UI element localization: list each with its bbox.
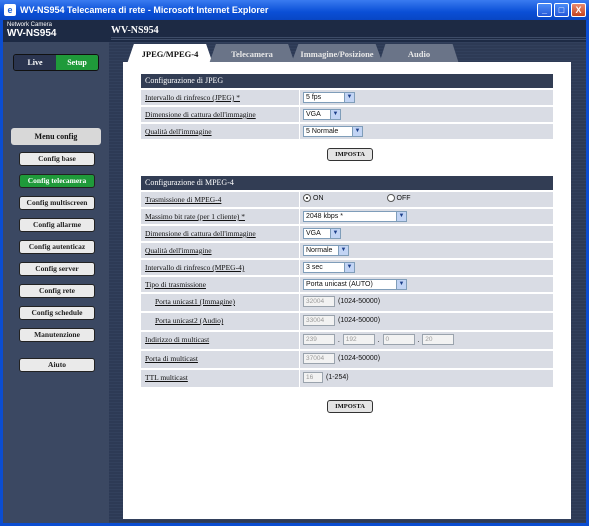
- menu-config-schedule[interactable]: Config schedule: [19, 306, 95, 320]
- ttl-label[interactable]: TTL multicast: [145, 373, 188, 382]
- ttl-row: TTL multicast 16 (1-254): [141, 369, 553, 387]
- jpeg-quality-select[interactable]: 5 Normale ▼: [303, 126, 363, 137]
- mc-addr-octet-3[interactable]: 0: [382, 334, 415, 345]
- mpeg-quality-label[interactable]: Qualità dell'immagine: [145, 246, 212, 255]
- mc-port-input[interactable]: 37004: [303, 353, 335, 364]
- maximize-button[interactable]: □: [554, 3, 569, 17]
- menu-manutenzione[interactable]: Manutenzione: [19, 328, 95, 342]
- settings-panel: Configurazione di JPEG Intervallo di rin…: [123, 64, 571, 519]
- port2-input[interactable]: 33004: [303, 315, 335, 326]
- mpeg-type-row: Tipo di trasmissione Porta unicast (AUTO…: [141, 276, 553, 292]
- mpeg-off-radio[interactable]: OFF: [386, 194, 411, 202]
- chevron-down-icon: ▼: [396, 212, 406, 221]
- menu-config-autenticaz[interactable]: Config autenticaz: [19, 240, 95, 254]
- mpeg-type-select[interactable]: Porta unicast (AUTO) ▼: [303, 279, 407, 290]
- chevron-down-icon: ▼: [344, 263, 354, 272]
- mpeg-section-header: Configurazione di MPEG-4: [141, 176, 553, 190]
- mpeg-capture-row: Dimensione di cattura dell'immagine VGA ▼: [141, 225, 553, 241]
- tab-jpeg-mpeg4[interactable]: JPEG/MPEG-4: [127, 44, 213, 64]
- brand-model: WV-NS954: [7, 28, 57, 39]
- jpeg-capture-label[interactable]: Dimensione di cattura dell'immagine: [145, 110, 256, 119]
- main-area: JPEG/MPEG-4 Telecamera Immagine/Posizion…: [109, 42, 586, 523]
- menu-config-rete[interactable]: Config rete: [19, 284, 95, 298]
- jpeg-refresh-select[interactable]: 5 fps ▼: [303, 92, 355, 103]
- jpeg-refresh-label[interactable]: Intervallo di rinfresco (JPEG) *: [145, 93, 240, 102]
- jpeg-refresh-row: Intervallo di rinfresco (JPEG) * 5 fps ▼: [141, 89, 553, 105]
- jpeg-quality-label[interactable]: Qualità dell'immagine: [145, 127, 212, 136]
- mpeg-imposta-button[interactable]: IMPOSTA: [327, 400, 373, 413]
- chevron-down-icon: ▼: [330, 110, 340, 119]
- port2-range: (1024-50000): [338, 317, 381, 324]
- chevron-down-icon: ▼: [330, 229, 340, 238]
- ttl-range: (1-254): [326, 374, 349, 381]
- minimize-button[interactable]: _: [537, 3, 552, 17]
- mpeg-port2-row: Porta unicast2 (Audio) 33004 (1024-50000): [141, 312, 553, 330]
- chevron-down-icon: ▼: [352, 127, 362, 136]
- jpeg-capture-select[interactable]: VGA ▼: [303, 109, 341, 120]
- jpeg-capture-row: Dimensione di cattura dell'immagine VGA ▼: [141, 106, 553, 122]
- mc-port-range: (1024-50000): [338, 355, 381, 362]
- radio-selected-icon: [303, 194, 311, 202]
- jpeg-imposta-button[interactable]: IMPOSTA: [327, 148, 373, 161]
- mpeg-refresh-row: Intervallo di rinfresco (MPEG-4) 3 sec ▼: [141, 259, 553, 275]
- window-title: WV-NS954 Telecamera di rete - Microsoft …: [20, 5, 269, 15]
- mpeg-refresh-select[interactable]: 3 sec ▼: [303, 262, 355, 273]
- page-header: Network Camera WV-NS954 WV-NS954: [3, 20, 586, 42]
- mpeg-port1-label[interactable]: Porta unicast1 (Immagine): [155, 297, 235, 306]
- ie-icon: e: [4, 4, 16, 16]
- setup-button[interactable]: Setup: [56, 55, 98, 70]
- mpeg-quality-row: Qualità dell'immagine Normale ▼: [141, 242, 553, 258]
- mpeg-port1-row: Porta unicast1 (Immagine) 32004 (1024-500…: [141, 293, 553, 311]
- radio-unselected-icon: [386, 194, 395, 202]
- chevron-down-icon: ▼: [344, 93, 354, 102]
- port1-input[interactable]: 32004: [303, 296, 335, 307]
- ttl-input[interactable]: 16: [303, 372, 323, 383]
- close-button[interactable]: X: [571, 3, 586, 17]
- mpeg-quality-select[interactable]: Normale ▼: [303, 245, 349, 256]
- tab-bar: JPEG/MPEG-4 Telecamera Immagine/Posizion…: [123, 42, 571, 64]
- mc-addr-octet-4[interactable]: 20: [422, 334, 455, 345]
- mpeg-bitrate-select[interactable]: 2048 kbps * ▼: [303, 211, 407, 222]
- mc-port-row: Porta di multicast 37004 (1024-50000): [141, 350, 553, 368]
- menu-aiuto[interactable]: Aiuto: [19, 358, 95, 372]
- menu-title: Menu config: [11, 128, 101, 145]
- mpeg-bitrate-row: Massimo bit rate (per 1 cliente) * 2048 …: [141, 208, 553, 224]
- browser-content: Network Camera WV-NS954 WV-NS954 Live Se…: [0, 20, 589, 526]
- mc-addr-row: Indirizzo di multicast 239. 192. 0. 20: [141, 331, 553, 349]
- mpeg-capture-select[interactable]: VGA ▼: [303, 228, 341, 239]
- mc-port-label[interactable]: Porta di multicast: [145, 354, 198, 363]
- mc-addr-octet-1[interactable]: 239: [303, 334, 335, 345]
- menu-config-server[interactable]: Config server: [19, 262, 95, 276]
- mpeg-on-radio[interactable]: ON: [303, 194, 324, 202]
- port1-range: (1024-50000): [338, 298, 381, 305]
- tab-audio[interactable]: Audio: [379, 44, 459, 64]
- chevron-down-icon: ▼: [396, 280, 406, 289]
- sidebar: Live Setup Menu config Config base Confi…: [3, 42, 109, 523]
- window-titlebar: e WV-NS954 Telecamera di rete - Microsof…: [0, 0, 589, 20]
- menu-config-multiscreen[interactable]: Config multiscreen: [19, 196, 95, 210]
- menu-config-allarme[interactable]: Config allarme: [19, 218, 95, 232]
- mode-switch: Live Setup: [13, 54, 99, 71]
- mpeg-refresh-label[interactable]: Intervallo di rinfresco (MPEG-4): [145, 263, 244, 272]
- mc-addr-octet-2[interactable]: 192: [342, 334, 375, 345]
- tab-immagine-posizione[interactable]: Immagine/Posizione: [291, 44, 383, 64]
- mpeg-bitrate-label[interactable]: Massimo bit rate (per 1 cliente) *: [145, 212, 245, 221]
- menu-config-telecamera[interactable]: Config telecamera: [19, 174, 95, 188]
- mpeg-type-label[interactable]: Tipo di trasmissione: [145, 280, 206, 289]
- tab-telecamera[interactable]: Telecamera: [209, 44, 295, 64]
- chevron-down-icon: ▼: [338, 246, 348, 255]
- brand-logo: Network Camera WV-NS954: [7, 22, 56, 39]
- jpeg-quality-row: Qualità dell'immagine 5 Normale ▼: [141, 123, 553, 139]
- mpeg-transmission-row: Trasmissione di MPEG-4 ON OFF: [141, 191, 553, 207]
- model-title: WV-NS954: [111, 25, 159, 36]
- mpeg-transmission-label[interactable]: Trasmissione di MPEG-4: [145, 195, 221, 204]
- header-stripes: [111, 37, 586, 41]
- mc-addr-label[interactable]: Indirizzo di multicast: [145, 335, 209, 344]
- mpeg-port2-label[interactable]: Porta unicast2 (Audio): [155, 316, 223, 325]
- jpeg-section-header: Configurazione di JPEG: [141, 74, 553, 88]
- live-button[interactable]: Live: [14, 55, 56, 70]
- menu-config-base[interactable]: Config base: [19, 152, 95, 166]
- mpeg-capture-label[interactable]: Dimensione di cattura dell'immagine: [145, 229, 256, 238]
